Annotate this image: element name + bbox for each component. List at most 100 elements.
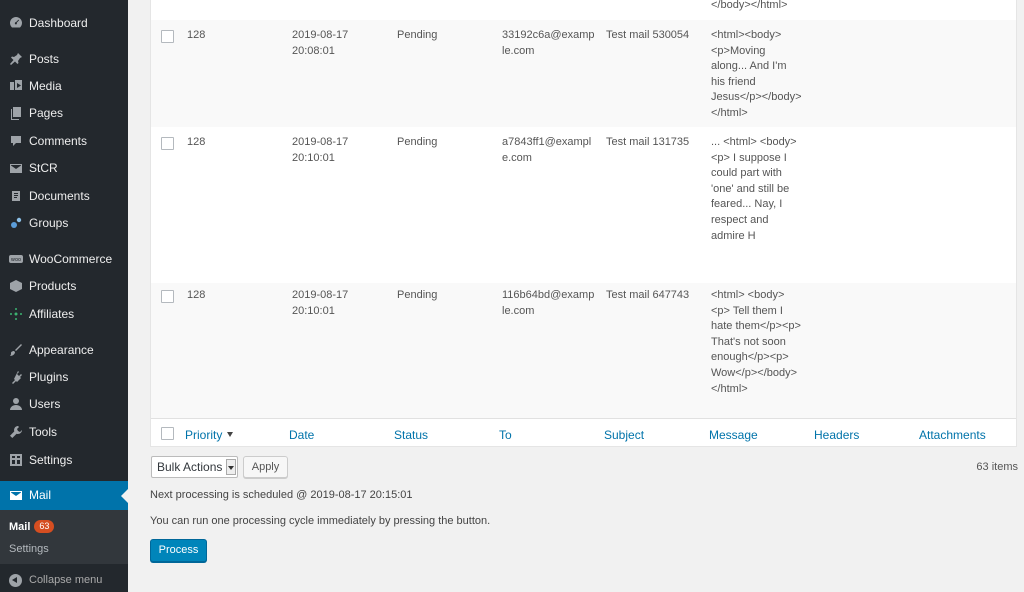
menu-label: StCR [29, 161, 58, 175]
apply-button[interactable]: Apply [243, 456, 288, 478]
menu-label: Documents [29, 189, 90, 203]
menu-label: Groups [29, 216, 69, 230]
user-icon [9, 397, 23, 411]
menu-label: WooCommerce [29, 252, 113, 266]
menu-products[interactable]: Products [0, 272, 128, 300]
menu-groups[interactable]: Groups [0, 209, 128, 237]
menu-label: Dashboard [29, 16, 88, 30]
items-count: 63 items [976, 461, 1018, 473]
sort-desc-icon [227, 432, 234, 437]
menu-label: Users [29, 397, 61, 411]
cell-priority: 128 [187, 136, 206, 148]
cell-date: 2019-08-17 20:08:01 [292, 29, 349, 57]
cell-priority: 128 [187, 289, 206, 301]
column-priority-label: Priority [185, 428, 223, 442]
bulk-actions-select[interactable]: Bulk Actions [151, 456, 238, 478]
bulk-actions-label: Bulk Actions [157, 460, 223, 474]
column-date[interactable]: Date [289, 428, 314, 442]
document-icon [9, 189, 23, 203]
column-message[interactable]: Message [709, 428, 758, 442]
menu-media[interactable]: Media [0, 72, 128, 100]
select-all-checkbox[interactable] [161, 427, 174, 440]
mail-icon [9, 488, 23, 502]
cell-subject: Test mail 131735 [606, 136, 690, 148]
cell-message: ... <html> <body><p> I suppose I could p… [711, 136, 797, 242]
menu-label: Appearance [29, 343, 94, 357]
affiliates-icon [9, 307, 23, 321]
menu-dashboard[interactable]: Dashboard [0, 9, 128, 37]
menu-mail[interactable]: Mail [0, 481, 128, 511]
cell-status: Pending [397, 29, 438, 41]
menu-label: Settings [29, 453, 73, 467]
menu-pages[interactable]: Pages [0, 99, 128, 127]
submenu-settings[interactable]: Settings [9, 543, 49, 555]
menu-comments[interactable]: Comments [0, 127, 128, 155]
comment-icon [9, 134, 23, 148]
column-attachments[interactable]: Attachments [919, 428, 986, 442]
menu-label: Products [29, 279, 77, 293]
menu-users[interactable]: Users [0, 390, 128, 418]
column-priority[interactable]: Priority [185, 428, 234, 442]
column-to[interactable]: To [499, 428, 512, 442]
row-checkbox[interactable] [161, 30, 174, 43]
cell-date: 2019-08-17 20:10:01 [292, 289, 349, 317]
message-fragment: </body></html> [711, 0, 788, 11]
menu-label: Posts [29, 52, 60, 66]
row-checkbox[interactable] [161, 137, 174, 150]
next-processing-note: Next processing is scheduled @ 2019-08-1… [150, 489, 413, 501]
column-subject[interactable]: Subject [604, 428, 644, 442]
cell-subject: Test mail 530054 [606, 29, 690, 41]
menu-label: Media [29, 79, 62, 93]
submenu-mail[interactable]: Mail 63 [9, 520, 55, 533]
cell-to: 33192c6a@example.com [502, 29, 595, 57]
run-cycle-note: You can run one processing cycle immedia… [150, 515, 491, 527]
svg-text:woo: woo [11, 257, 21, 263]
table-row: </body></html> [151, 0, 1016, 20]
brush-icon [9, 343, 23, 357]
admin-sidebar: Dashboard Posts Media Pages Comments StC… [0, 0, 128, 592]
menu-settings[interactable]: Settings [0, 446, 128, 474]
cell-message: <html><body><p>Moving along... And I'm h… [711, 29, 802, 119]
menu-plugins[interactable]: Plugins [0, 363, 128, 391]
row-checkbox[interactable] [161, 290, 174, 303]
menu-label: Comments [29, 134, 88, 148]
pages-icon [9, 106, 23, 120]
settings-icon [9, 453, 23, 467]
column-status[interactable]: Status [394, 428, 428, 442]
media-icon [9, 79, 23, 93]
dashboard-icon [9, 16, 23, 30]
table-footer: Priority Date Status To Subject Message … [151, 418, 1016, 446]
cell-message: <html> <body><p> Tell them I hate them</… [711, 289, 801, 395]
cell-status: Pending [397, 289, 438, 301]
process-button[interactable]: Process [150, 539, 207, 562]
cell-date: 2019-08-17 20:10:01 [292, 136, 349, 164]
menu-label: Affiliates [29, 307, 75, 321]
collapse-icon [9, 574, 22, 587]
groups-icon [9, 216, 23, 230]
collapse-label: Collapse menu [29, 574, 103, 586]
cell-to: 116b64bd@example.com [502, 289, 595, 317]
menu-stcr[interactable]: StCR [0, 154, 128, 182]
mail-submenu: Mail 63 Settings [0, 510, 128, 564]
menu-label: Tools [29, 425, 58, 439]
menu-woocommerce[interactable]: woo WooCommerce [0, 245, 128, 273]
table-row: 128 2019-08-17 20:10:01 Pending 116b64bd… [151, 283, 1016, 418]
menu-documents[interactable]: Documents [0, 182, 128, 210]
box-icon [9, 279, 23, 293]
woo-icon: woo [9, 252, 23, 266]
pin-icon [9, 52, 23, 66]
menu-posts[interactable]: Posts [0, 45, 128, 73]
cell-status: Pending [397, 136, 438, 148]
menu-tools[interactable]: Tools [0, 418, 128, 446]
column-headers[interactable]: Headers [814, 428, 859, 442]
cell-to: a7843ff1@example.com [502, 136, 592, 164]
submenu-mail-label: Mail [9, 521, 31, 533]
cell-priority: 128 [187, 29, 206, 41]
collapse-menu-button[interactable]: Collapse menu [0, 569, 128, 592]
menu-appearance[interactable]: Appearance [0, 336, 128, 364]
plugin-icon [9, 370, 23, 384]
menu-label: Mail [29, 488, 52, 502]
menu-affiliates[interactable]: Affiliates [0, 300, 128, 328]
mail-count-badge: 63 [34, 520, 55, 533]
menu-label: Plugins [29, 370, 69, 384]
